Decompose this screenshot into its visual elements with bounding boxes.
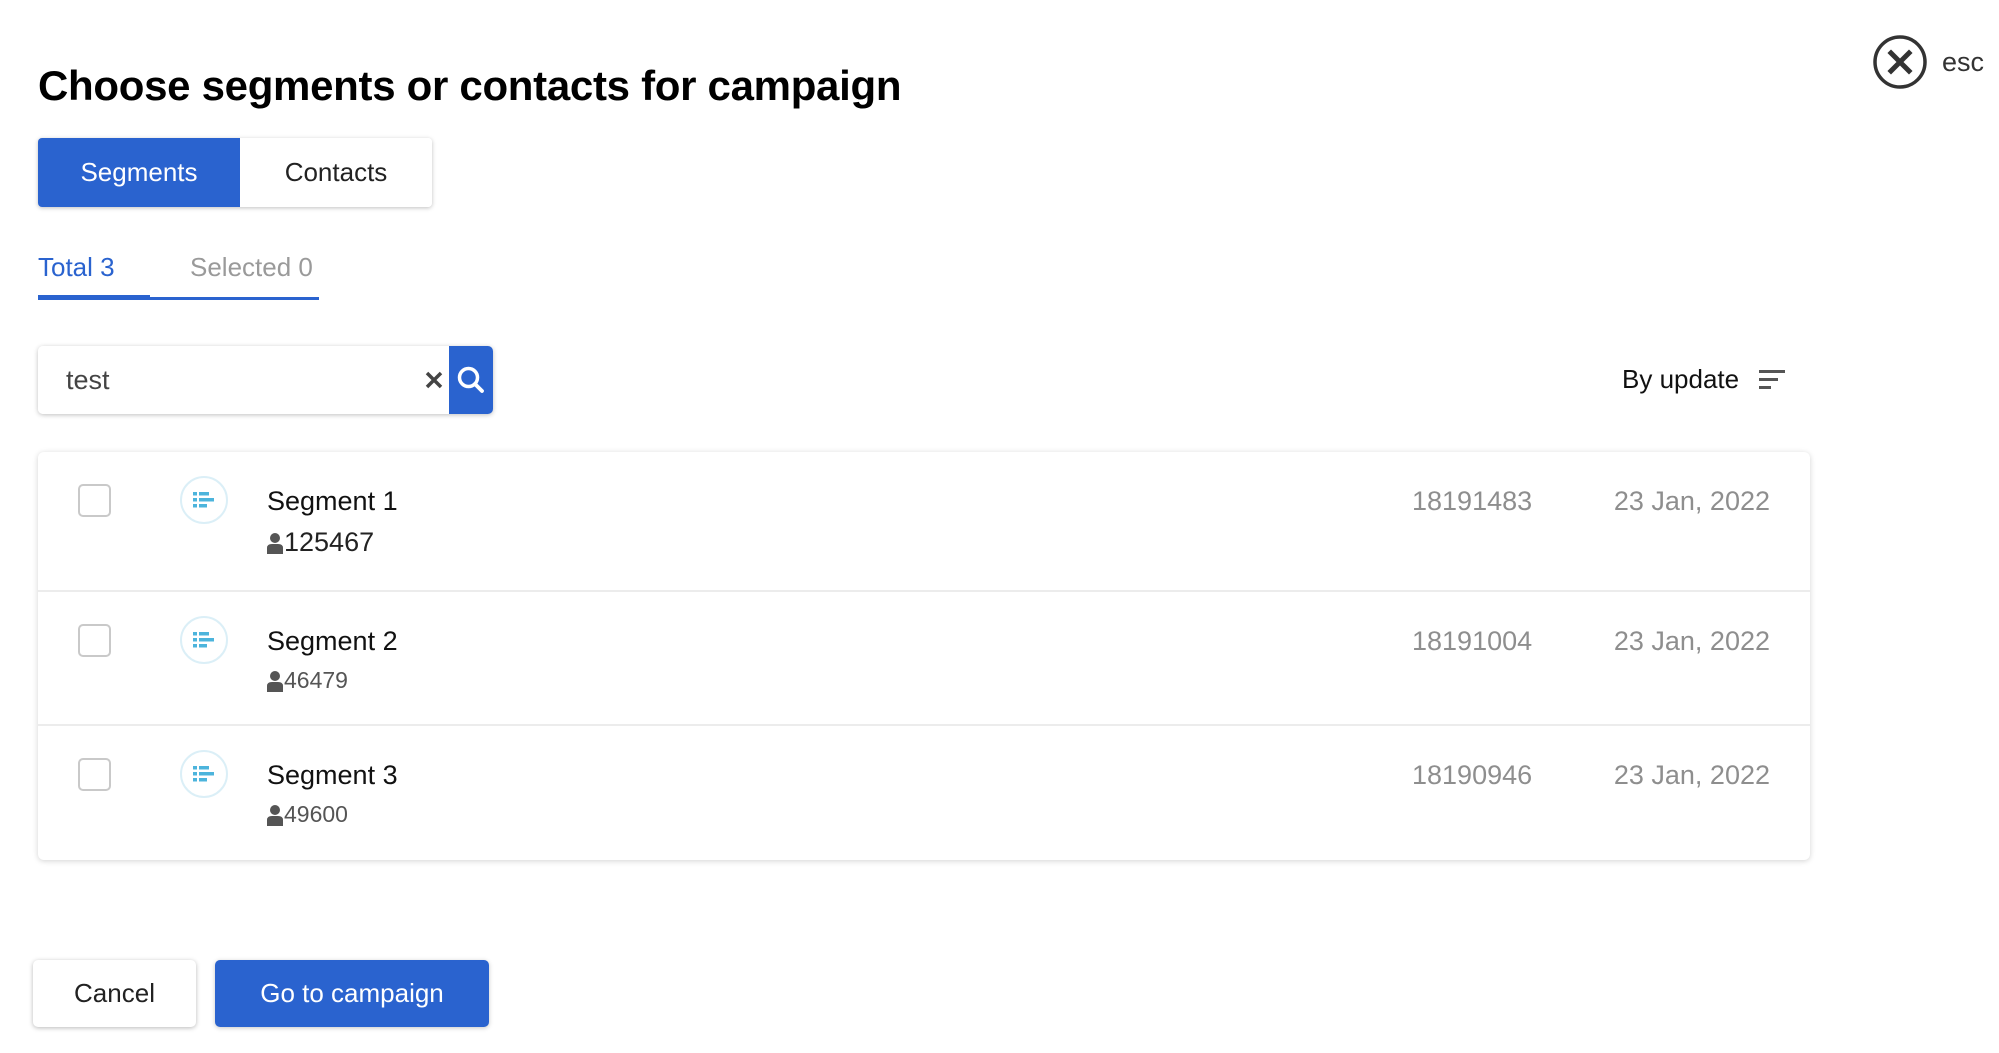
segment-checkbox[interactable] — [78, 758, 111, 791]
segment-name[interactable]: Segment 1 — [267, 486, 398, 517]
sort-lines-icon — [1759, 369, 1786, 389]
cancel-button[interactable]: Cancel — [33, 960, 196, 1027]
segment-list-icon — [180, 476, 228, 524]
segment-contact-count: 125467 — [267, 527, 374, 558]
count-value: 125467 — [284, 527, 375, 557]
segment-name[interactable]: Segment 2 — [267, 626, 398, 657]
segment-row[interactable]: Segment 1 125467 18191483 23 Jan, 2022 — [38, 452, 1810, 592]
search-button[interactable] — [448, 346, 493, 414]
segment-checkbox[interactable] — [78, 484, 111, 517]
person-icon — [267, 670, 283, 692]
dialog-title: Choose segments or contacts for campaign — [38, 62, 902, 109]
esc-label: esc — [1942, 46, 1985, 77]
close-circle-icon — [1873, 35, 1927, 89]
segment-list-icon — [180, 750, 228, 798]
close-dialog-button[interactable]: esc — [1872, 34, 1984, 90]
go-to-campaign-button[interactable]: Go to campaign — [215, 960, 489, 1027]
tab-total[interactable]: Total 3 — [38, 252, 115, 283]
count-value: 49600 — [284, 801, 348, 827]
sort-label: By update — [1622, 364, 1740, 394]
person-icon — [267, 532, 283, 554]
segment-date: 23 Jan, 2022 — [1613, 760, 1770, 790]
segment-date: 23 Jan, 2022 — [1613, 626, 1770, 656]
tab-selected[interactable]: Selected 0 — [190, 252, 313, 283]
person-icon — [267, 804, 283, 826]
segments-contacts-toggle: Segments Contacts — [38, 138, 432, 207]
sort-dropdown[interactable]: By update — [1622, 364, 1787, 395]
active-tab-indicator — [38, 295, 150, 300]
search-input[interactable] — [38, 346, 420, 414]
count-value: 46479 — [284, 667, 348, 693]
count-tabs: Total 3 Selected 0 — [38, 252, 319, 302]
tab-segments[interactable]: Segments — [38, 138, 240, 207]
clear-search-button[interactable] — [420, 346, 449, 414]
segment-id: 18191004 — [1412, 626, 1533, 656]
search-icon — [457, 366, 484, 393]
segment-date: 23 Jan, 2022 — [1613, 486, 1770, 516]
segment-contact-count: 46479 — [267, 667, 348, 694]
segment-list-icon — [180, 616, 228, 664]
search-box — [38, 346, 493, 414]
segment-id: 18191483 — [1412, 486, 1533, 516]
close-icon — [426, 371, 443, 389]
segment-checkbox[interactable] — [78, 624, 111, 657]
tab-contacts[interactable]: Contacts — [240, 138, 432, 207]
segment-name[interactable]: Segment 3 — [267, 760, 398, 791]
segment-row[interactable]: Segment 3 49600 18190946 23 Jan, 2022 — [38, 726, 1810, 860]
segment-contact-count: 49600 — [267, 801, 348, 828]
segment-row[interactable]: Segment 2 46479 18191004 23 Jan, 2022 — [38, 592, 1810, 726]
segment-id: 18190946 — [1412, 760, 1533, 790]
segment-list: Segment 1 125467 18191483 23 Jan, 2022 S… — [38, 452, 1810, 860]
